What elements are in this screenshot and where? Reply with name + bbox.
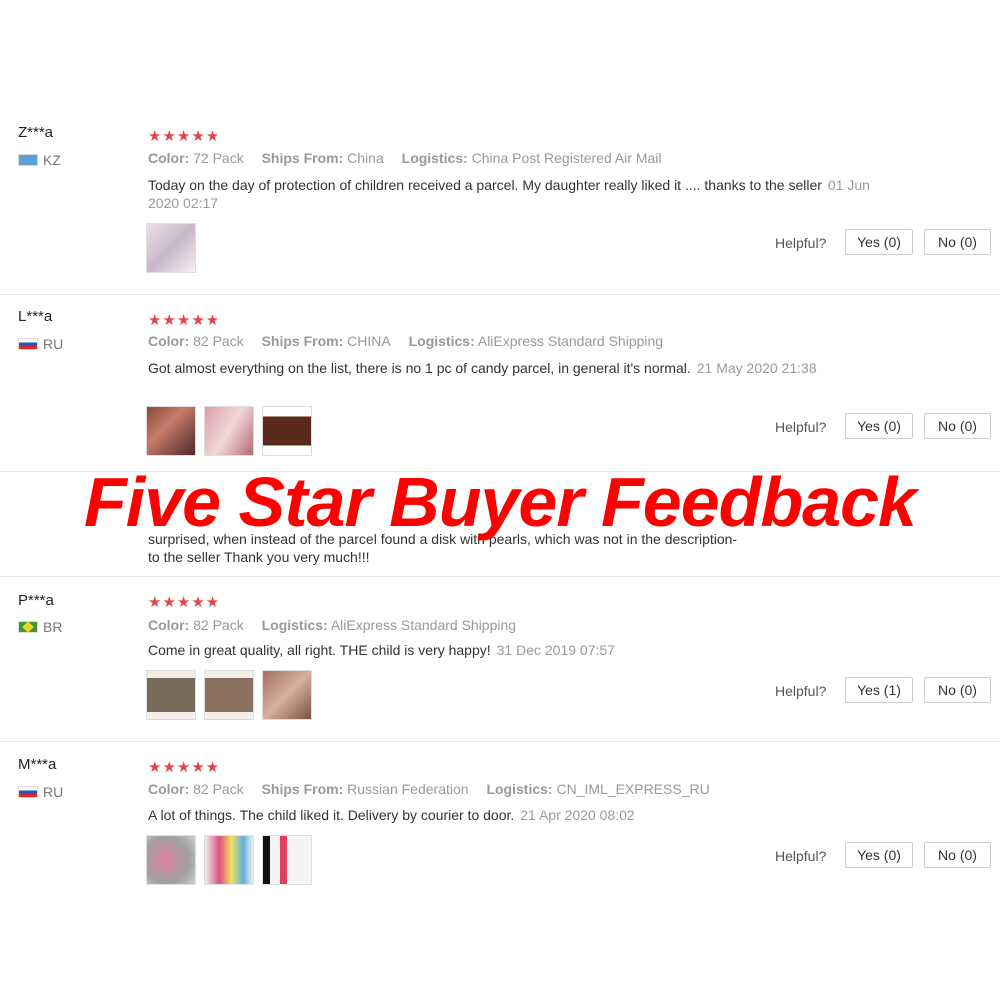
review-text: Today on the day of protection of childr… bbox=[148, 176, 878, 212]
ships-from-value: China bbox=[347, 150, 384, 166]
review-body: A lot of things. The child liked it. Del… bbox=[148, 807, 515, 823]
review-meta: Color: 82 Pack Ships From: CHINA Logisti… bbox=[148, 333, 663, 349]
color-value: 82 Pack bbox=[193, 617, 244, 633]
logistics-label: Logistics: bbox=[261, 617, 328, 633]
reviewer-country: RU bbox=[18, 336, 63, 352]
helpful-label: Helpful? bbox=[775, 848, 827, 864]
helpful-label: Helpful? bbox=[775, 235, 827, 251]
review-photos bbox=[146, 406, 312, 456]
logistics-label: Logistics: bbox=[486, 781, 553, 797]
star-rating: ★★★★★ bbox=[148, 312, 221, 329]
review-photo-thumbnail[interactable] bbox=[204, 835, 254, 885]
logistics-label: Logistics: bbox=[401, 150, 468, 166]
review-meta: Color: 82 Pack Logistics: AliExpress Sta… bbox=[148, 617, 516, 633]
reviewer-name: L***a bbox=[18, 308, 53, 325]
color-label: Color: bbox=[148, 617, 190, 633]
ships-from-value: Russian Federation bbox=[347, 781, 469, 797]
review-meta: Color: 82 Pack Ships From: Russian Feder… bbox=[148, 781, 710, 797]
reviewer-name: M***a bbox=[18, 756, 57, 773]
logistics-label: Logistics: bbox=[408, 333, 475, 349]
star-rating: ★★★★★ bbox=[148, 128, 221, 145]
country-code: RU bbox=[43, 784, 64, 800]
review-photo-thumbnail[interactable] bbox=[204, 406, 254, 456]
review-photo-thumbnail[interactable] bbox=[146, 406, 196, 456]
ships-from-label: Ships From: bbox=[261, 150, 344, 166]
color-value: 82 Pack bbox=[193, 781, 244, 797]
star-rating: ★★★★★ bbox=[148, 594, 221, 611]
logistics-value: AliExpress Standard Shipping bbox=[330, 617, 517, 633]
helpful-no-button[interactable]: No (0) bbox=[924, 229, 991, 255]
flag-kz-icon bbox=[18, 154, 38, 166]
review-photos bbox=[146, 670, 312, 720]
country-code: KZ bbox=[43, 152, 61, 168]
helpful-yes-button[interactable]: Yes (0) bbox=[845, 229, 913, 255]
star-rating: ★★★★★ bbox=[148, 759, 221, 776]
helpful-label: Helpful? bbox=[775, 683, 827, 699]
helpful-label: Helpful? bbox=[775, 419, 827, 435]
review-text-partial: to the seller Thank you very much!!! bbox=[148, 549, 370, 565]
review-photos bbox=[146, 835, 312, 885]
reviewer-name: Z***a bbox=[18, 124, 54, 141]
review-photo-thumbnail[interactable] bbox=[262, 835, 312, 885]
color-label: Color: bbox=[148, 333, 190, 349]
reviewer-name: P***a bbox=[18, 592, 54, 609]
reviewer-country: RU bbox=[18, 784, 63, 800]
review-photo-thumbnail[interactable] bbox=[204, 670, 254, 720]
logistics-value: China Post Registered Air Mail bbox=[471, 150, 662, 166]
review-photo-thumbnail[interactable] bbox=[146, 223, 196, 273]
helpful-no-button[interactable]: No (0) bbox=[924, 413, 991, 439]
color-value: 82 Pack bbox=[193, 333, 244, 349]
divider bbox=[0, 741, 1000, 742]
divider bbox=[0, 576, 1000, 577]
helpful-yes-button[interactable]: Yes (1) bbox=[845, 677, 913, 703]
review-date: 21 Apr 2020 08:02 bbox=[520, 807, 635, 823]
helpful-no-button[interactable]: No (0) bbox=[924, 842, 991, 868]
review-meta: Color: 72 Pack Ships From: China Logisti… bbox=[148, 150, 662, 166]
flag-ru-icon bbox=[18, 338, 38, 350]
review-body: Got almost everything on the list, there… bbox=[148, 360, 691, 376]
review-photo-thumbnail[interactable] bbox=[146, 670, 196, 720]
reviewer-country: BR bbox=[18, 619, 62, 635]
color-label: Color: bbox=[148, 781, 190, 797]
review-photos bbox=[146, 223, 196, 273]
divider bbox=[0, 294, 1000, 295]
review-body: Today on the day of protection of childr… bbox=[148, 177, 822, 193]
color-value: 72 Pack bbox=[193, 150, 244, 166]
ships-from-label: Ships From: bbox=[261, 333, 344, 349]
review-text: A lot of things. The child liked it. Del… bbox=[148, 806, 878, 824]
logistics-value: AliExpress Standard Shipping bbox=[477, 333, 664, 349]
review-photo-thumbnail[interactable] bbox=[262, 670, 312, 720]
review-text: Got almost everything on the list, there… bbox=[148, 359, 878, 377]
country-code: BR bbox=[43, 619, 63, 635]
review-date: 31 Dec 2019 07:57 bbox=[496, 642, 615, 658]
country-code: RU bbox=[43, 336, 64, 352]
ships-from-label: Ships From: bbox=[261, 781, 344, 797]
review-photo-thumbnail[interactable] bbox=[146, 835, 196, 885]
review-body: Come in great quality, all right. THE ch… bbox=[148, 642, 491, 658]
helpful-yes-button[interactable]: Yes (0) bbox=[845, 413, 913, 439]
reviewer-country: KZ bbox=[18, 152, 61, 168]
flag-br-icon bbox=[18, 621, 38, 633]
helpful-yes-button[interactable]: Yes (0) bbox=[845, 842, 913, 868]
review-text: Come in great quality, all right. THE ch… bbox=[148, 641, 878, 659]
flag-ru-icon bbox=[18, 786, 38, 798]
promo-banner-title: Five Star Buyer Feedback bbox=[84, 463, 917, 541]
review-photo-thumbnail[interactable] bbox=[262, 406, 312, 456]
helpful-no-button[interactable]: No (0) bbox=[924, 677, 991, 703]
review-date: 21 May 2020 21:38 bbox=[696, 360, 817, 376]
ships-from-value: CHINA bbox=[347, 333, 391, 349]
logistics-value: CN_IML_EXPRESS_RU bbox=[556, 781, 710, 797]
color-label: Color: bbox=[148, 150, 190, 166]
